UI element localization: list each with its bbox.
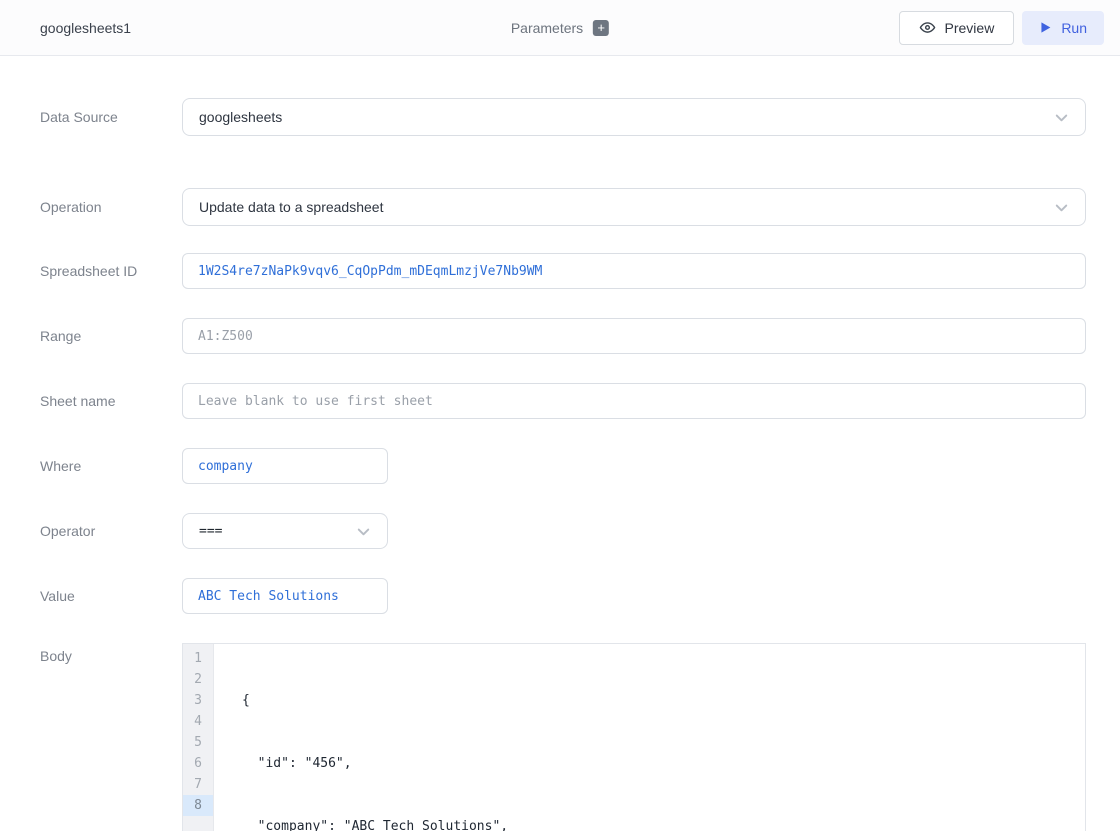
preview-button-label: Preview: [945, 20, 995, 36]
where-input[interactable]: [182, 448, 388, 484]
data-source-select[interactable]: googlesheets: [182, 98, 1086, 136]
parameters-label: Parameters: [511, 20, 583, 36]
line-number: 3: [183, 690, 213, 711]
field-row-range: Range: [40, 318, 1086, 354]
line-number: 5: [183, 732, 213, 753]
line-number: 1: [183, 648, 213, 669]
code-line: "company": "ABC Tech Solutions",: [242, 816, 1085, 831]
sheet-name-label: Sheet name: [40, 393, 182, 409]
field-row-value: Value: [40, 578, 1086, 614]
range-label: Range: [40, 328, 182, 344]
eye-icon: [919, 19, 936, 36]
operator-label: Operator: [40, 523, 182, 539]
operator-select[interactable]: ===: [182, 513, 388, 549]
query-title: googlesheets1: [40, 20, 131, 36]
spreadsheet-id-input[interactable]: [182, 253, 1086, 289]
field-row-operator: Operator ===: [40, 513, 1086, 549]
run-button[interactable]: Run: [1022, 11, 1104, 45]
field-row-sheet-name: Sheet name: [40, 383, 1086, 419]
line-number: 6: [183, 753, 213, 774]
field-row-body: Body 1 2 3 4 5 6 7 8 { "id": "456", "com…: [40, 643, 1086, 831]
value-label: Value: [40, 588, 182, 604]
play-icon: [1039, 21, 1052, 34]
where-label: Where: [40, 458, 182, 474]
spreadsheet-id-label: Spreadsheet ID: [40, 263, 182, 279]
code-line: "id": "456",: [242, 753, 1085, 774]
preview-button[interactable]: Preview: [899, 11, 1015, 45]
chevron-down-icon: [354, 522, 373, 541]
body-code-editor[interactable]: 1 2 3 4 5 6 7 8 { "id": "456", "company"…: [182, 643, 1086, 831]
line-number-gutter: 1 2 3 4 5 6 7 8: [183, 644, 214, 831]
value-input[interactable]: [182, 578, 388, 614]
field-row-spreadsheet-id: Spreadsheet ID: [40, 253, 1086, 289]
body-code-content[interactable]: { "id": "456", "company": "ABC Tech Solu…: [214, 644, 1085, 831]
code-line: {: [242, 690, 1085, 711]
field-row-operation: Operation Update data to a spreadsheet: [40, 188, 1086, 226]
operation-value: Update data to a spreadsheet: [199, 199, 383, 215]
run-button-label: Run: [1061, 20, 1087, 36]
add-parameter-button[interactable]: +: [593, 20, 609, 36]
operator-value: ===: [199, 524, 222, 539]
operation-select[interactable]: Update data to a spreadsheet: [182, 188, 1086, 226]
query-parameters-form: Data Source googlesheets Operation Updat…: [0, 56, 1120, 831]
sheet-name-input[interactable]: [182, 383, 1086, 419]
chevron-down-icon: [1052, 108, 1071, 127]
data-source-value: googlesheets: [199, 109, 282, 125]
operation-label: Operation: [40, 199, 182, 215]
line-number-active: 8: [183, 795, 213, 816]
query-header: googlesheets1 Parameters + Preview Run: [0, 0, 1120, 56]
field-row-data-source: Data Source googlesheets: [40, 98, 1086, 136]
line-number: 7: [183, 774, 213, 795]
line-number: 4: [183, 711, 213, 732]
plus-icon: +: [597, 21, 605, 34]
line-number: 2: [183, 669, 213, 690]
chevron-down-icon: [1052, 198, 1071, 217]
field-row-where: Where: [40, 448, 1086, 484]
data-source-label: Data Source: [40, 109, 182, 125]
body-label: Body: [40, 643, 182, 664]
range-input[interactable]: [182, 318, 1086, 354]
